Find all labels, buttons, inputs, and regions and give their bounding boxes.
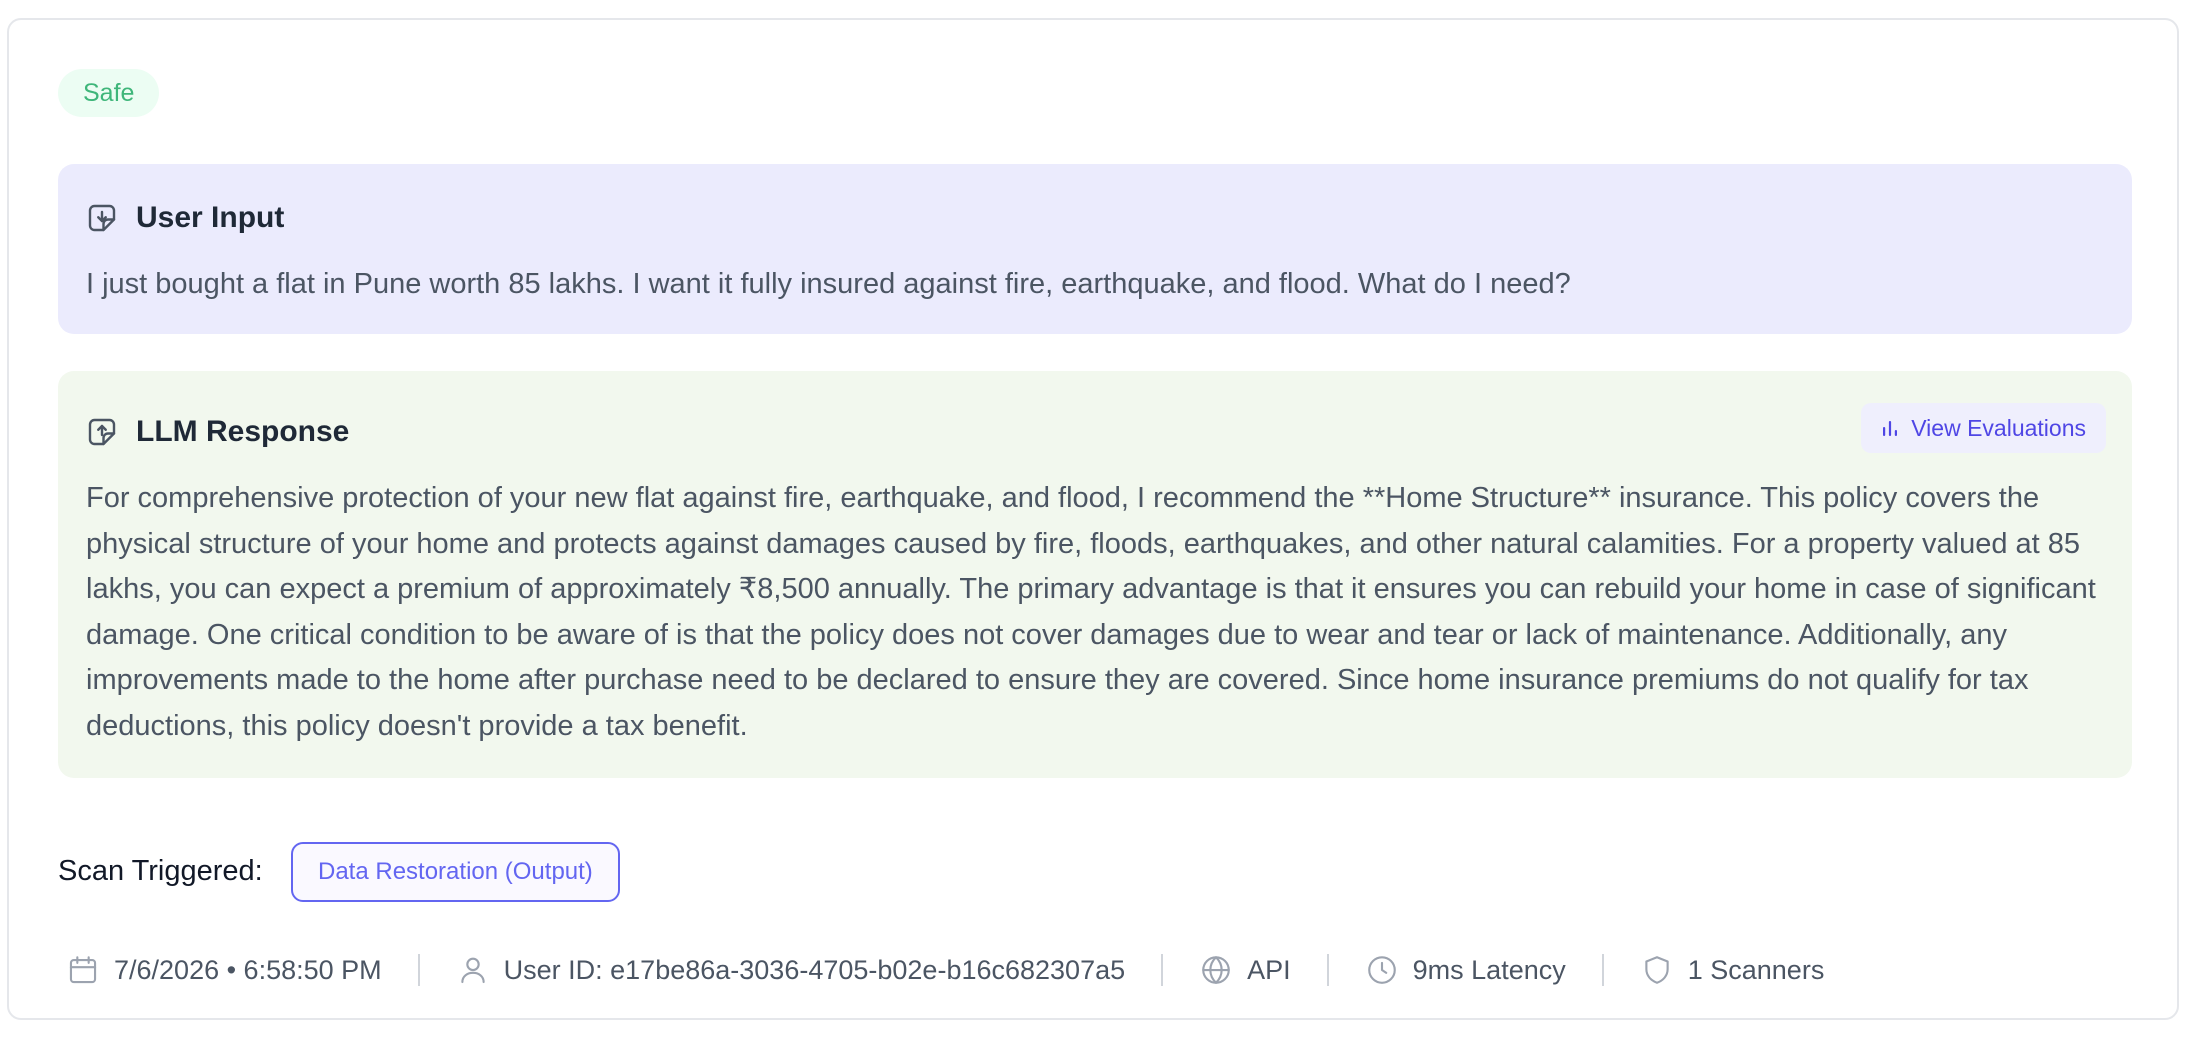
meta-divider [417,954,420,986]
globe-icon [1202,956,1230,984]
meta-latency-text: 9ms Latency [1412,954,1566,985]
status-badge: Safe [58,69,160,117]
llm-response-header: LLM Response [84,414,349,450]
meta-source: API [1199,953,1291,987]
bar-chart-icon [1883,421,1898,436]
user-input-header: User Input [84,200,284,236]
meta-scanners: 1 Scanners [1640,953,1825,987]
shield-icon [1645,956,1669,984]
meta-source-text: API [1247,954,1291,985]
meta-divider [1326,954,1329,986]
user-input-title: User Input [136,201,285,234]
user-input-panel: User Input I just bought a flat in Pune … [58,164,2132,334]
user-icon [460,957,485,984]
clock-icon [1367,956,1396,984]
meta-divider [1601,954,1604,986]
meta-datetime-text: 7/6/2026 • 6:58:50 PM [114,954,382,985]
scan-triggered-label: Scan Triggered: [58,855,263,887]
meta-user-id: User ID: e17be86a-3036-4705-b02e-b16c682… [456,953,1125,987]
view-evaluations-button[interactable]: View Evaluations [1861,403,2106,453]
view-evaluations-label: View Evaluations [1911,414,2086,441]
scan-chip-data-restoration[interactable]: Data Restoration (Output) [291,842,620,902]
metadata-bar: 7/6/2026 • 6:58:50 PM User ID: e17be86a-… [66,950,1824,990]
meta-user-id-text: User ID: e17be86a-3036-4705-b02e-b16c682… [503,954,1126,985]
message-input-icon [88,204,116,232]
user-input-text: I just bought a flat in Pune worth 85 la… [86,268,1571,300]
llm-response-title: LLM Response [136,415,350,448]
llm-response-text: For comprehensive protection of your new… [86,482,2096,742]
meta-divider [1161,954,1164,986]
calendar-icon [69,956,97,984]
meta-latency: 9ms Latency [1365,953,1566,987]
meta-scanners-text: 1 Scanners [1687,954,1825,985]
meta-datetime: 7/6/2026 • 6:58:50 PM [66,953,382,987]
message-output-icon [88,418,116,446]
log-entry-card: Safe User Input I just bought a flat in … [7,18,2179,1020]
llm-response-panel: LLM Response View Evaluations For compre… [58,371,2132,778]
